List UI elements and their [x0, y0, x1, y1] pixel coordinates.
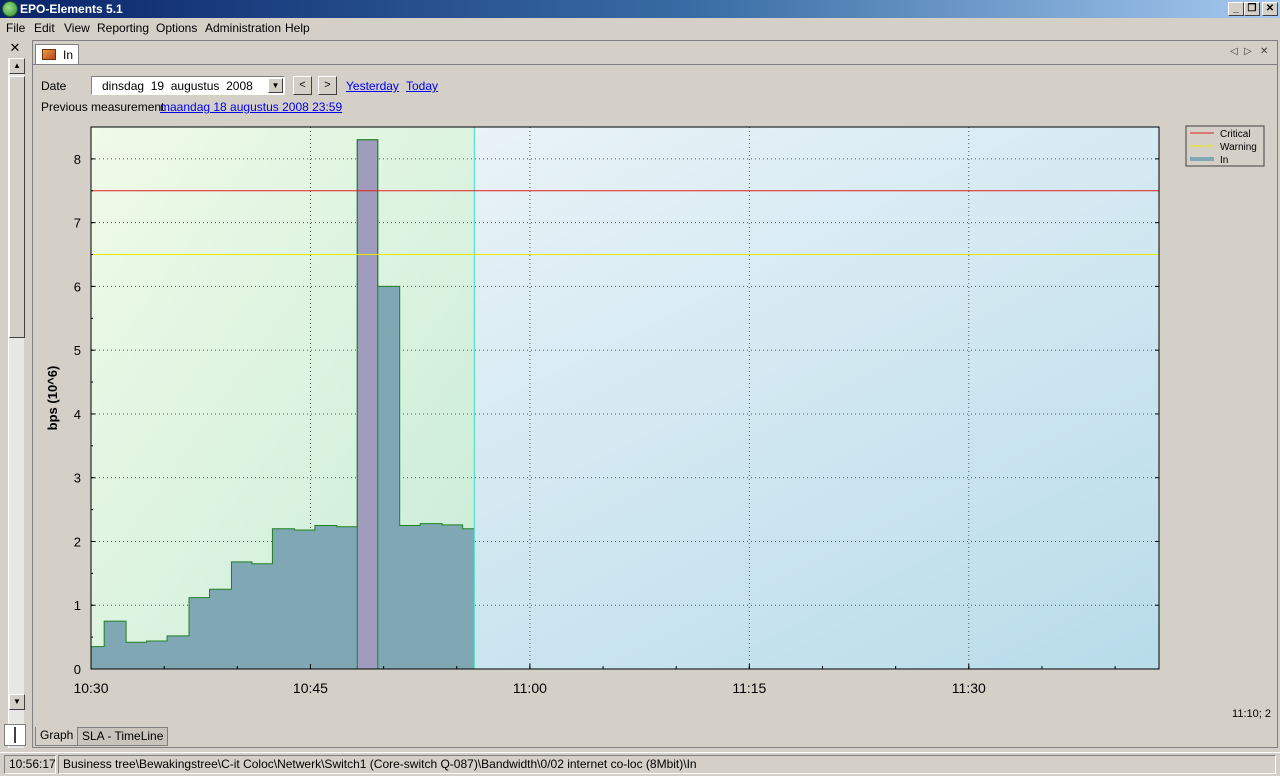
tab-close-icon[interactable]: ✕ — [1260, 45, 1268, 59]
minimize-button[interactable]: _ — [1228, 2, 1244, 16]
chart-svg: 0 1 2 3 4 5 6 7 8 10:30 10:45 11:00 11:15 11:30 bps (1… — [45, 125, 1265, 696]
y-tick-label: 0 — [74, 662, 81, 677]
series-in-step — [252, 564, 272, 669]
chart-window-icon — [42, 49, 56, 60]
close-window-button[interactable]: ✕ — [1262, 2, 1278, 16]
date-value: dinsdag 19 augustus 2008 — [102, 79, 253, 93]
sidebar-scrollbar[interactable]: ▲ ▼ — [8, 58, 25, 748]
date-picker[interactable]: dinsdag 19 augustus 2008 ▼ — [91, 76, 285, 95]
series-in-step — [210, 589, 232, 669]
date-label: Date — [41, 79, 67, 93]
splitter-handle[interactable] — [4, 724, 26, 746]
y-tick-label: 5 — [74, 343, 81, 358]
series-in-step — [189, 598, 209, 669]
menu-bar: File Edit View Reporting Options Adminis… — [0, 18, 1280, 38]
y-axis-label: bps (10^6) — [45, 366, 60, 431]
series-in-step — [357, 139, 378, 670]
maximize-button[interactable]: ❐ — [1244, 2, 1260, 16]
previous-day-button[interactable]: < — [293, 76, 312, 95]
menu-options[interactable]: Options — [156, 21, 197, 35]
title-bar: EPO-Elements 5.1 _ ❐ ✕ — [0, 0, 1280, 18]
series-in-step — [126, 642, 146, 669]
series-in-step — [231, 562, 251, 669]
series-in-step — [272, 529, 294, 669]
y-tick-label: 4 — [74, 407, 81, 422]
series-in-step — [104, 621, 126, 669]
document-panel: In ◁ ▷ ✕ Date dinsdag 19 augustus 2008 ▼… — [32, 40, 1278, 748]
previous-measurement-label: Previous measurement — [41, 100, 165, 114]
status-time: 10:56:17 — [4, 755, 56, 774]
next-day-button[interactable]: > — [318, 76, 337, 95]
y-tick-label: 6 — [74, 279, 81, 294]
series-in-step — [294, 530, 314, 669]
tab-next-icon[interactable]: ▷ — [1244, 45, 1252, 59]
previous-measurement-link[interactable]: maandag 18 augustus 2008 23:59 — [160, 100, 342, 114]
tab-sla-timeline[interactable]: SLA - TimeLine — [77, 727, 169, 746]
y-tick-label: 2 — [74, 534, 81, 549]
x-tick-label: 11:30 — [952, 680, 986, 696]
menu-help[interactable]: Help — [285, 21, 310, 35]
tab-in-label: In — [63, 48, 74, 62]
x-tick-label: 11:00 — [513, 680, 547, 696]
series-in-step — [378, 286, 400, 669]
y-tick-label: 1 — [74, 598, 81, 613]
series-in-step — [463, 529, 475, 669]
menu-view[interactable]: View — [64, 21, 90, 35]
series-in-step — [315, 526, 337, 669]
menu-reporting[interactable]: Reporting — [97, 21, 149, 35]
document-tabstrip: In ◁ ▷ ✕ — [33, 41, 1277, 65]
x-tick-label: 11:15 — [732, 680, 766, 696]
tab-graph[interactable]: Graph — [35, 727, 79, 746]
sidebar-panel: ✕ ▲ ▼ — [2, 40, 28, 748]
scroll-down-icon[interactable]: ▼ — [9, 694, 25, 710]
legend-entry: In — [1220, 155, 1228, 166]
status-path: Business tree\Bewakingstree\C-it Coloc\N… — [58, 755, 1276, 774]
series-in-step — [442, 525, 462, 669]
x-tick-label: 10:30 — [73, 680, 108, 696]
bandwidth-chart[interactable]: 0 1 2 3 4 5 6 7 8 10:30 10:45 11:00 11:15 11:30 bps (1… — [33, 121, 1277, 733]
sidebar-close-icon[interactable]: ✕ — [6, 41, 24, 57]
menu-file[interactable]: File — [6, 21, 25, 35]
y-tick-label: 7 — [74, 216, 81, 231]
series-in-step — [400, 526, 420, 669]
scroll-thumb[interactable] — [9, 76, 25, 338]
menu-edit[interactable]: Edit — [34, 21, 55, 35]
window-title: EPO-Elements 5.1 — [20, 2, 123, 16]
series-in-step — [167, 636, 189, 669]
scroll-up-icon[interactable]: ▲ — [9, 58, 25, 74]
legend-entry: Warning — [1220, 142, 1257, 153]
dropdown-arrow-icon[interactable]: ▼ — [268, 78, 283, 93]
legend: Critical Warning In — [1185, 125, 1265, 167]
cursor-coordinate-readout: 11:10; 2 — [1232, 708, 1271, 720]
y-tick-label: 8 — [74, 152, 81, 167]
app-logo-icon — [2, 1, 18, 17]
yesterday-link[interactable]: Yesterday — [346, 79, 399, 93]
view-tabs: Graph SLA - TimeLine — [33, 727, 1277, 747]
status-bar: 10:56:17 Business tree\Bewakingstree\C-i… — [0, 752, 1280, 776]
tab-prev-icon[interactable]: ◁ — [1230, 45, 1238, 59]
tab-in[interactable]: In — [35, 44, 79, 64]
x-tick-label: 10:45 — [293, 680, 328, 696]
series-in-step — [91, 647, 104, 669]
series-in-step — [420, 524, 442, 669]
series-in-step — [147, 641, 167, 669]
legend-entry: Critical — [1220, 129, 1251, 140]
menu-administration[interactable]: Administration — [205, 21, 281, 35]
y-tick-label: 3 — [74, 471, 81, 486]
today-link[interactable]: Today — [406, 79, 438, 93]
series-in-step — [337, 527, 357, 669]
